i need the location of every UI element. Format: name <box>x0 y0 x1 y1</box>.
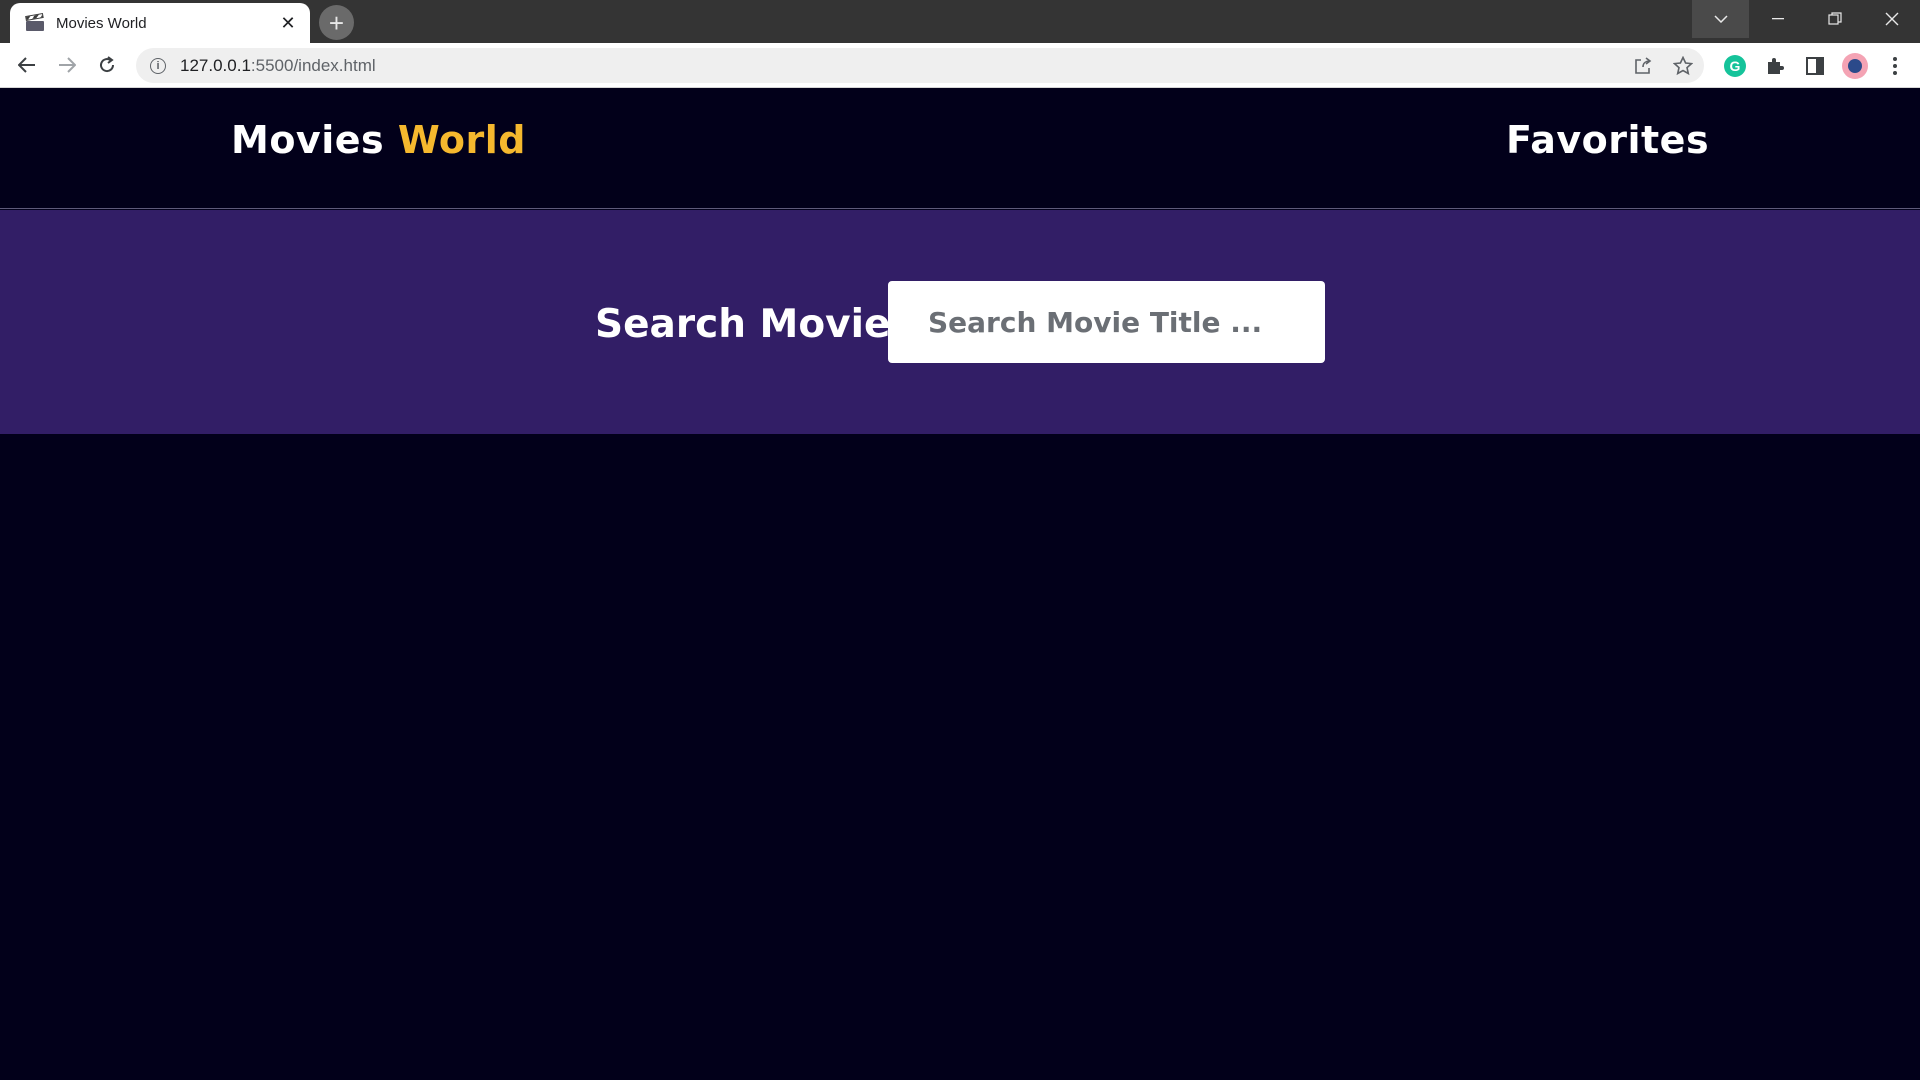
new-tab-button[interactable]: + <box>319 5 354 40</box>
extensions-area: G <box>1720 43 1910 88</box>
window-controls <box>1692 0 1920 38</box>
side-panel-icon[interactable] <box>1800 51 1830 81</box>
browser-toolbar: i 127.0.0.1:5500/index.html G <box>0 43 1920 88</box>
reload-icon[interactable] <box>87 45 127 85</box>
search-movie-input[interactable] <box>888 281 1325 363</box>
address-bar-actions <box>1630 48 1696 83</box>
url-text: 127.0.0.1:5500/index.html <box>180 55 376 75</box>
clapperboard-icon <box>25 12 44 31</box>
favorites-link[interactable]: Favorites <box>1506 118 1709 162</box>
site-logo[interactable]: Movies World <box>231 118 526 162</box>
address-bar[interactable]: i 127.0.0.1:5500/index.html <box>136 48 1704 83</box>
tab-title: Movies World <box>56 14 147 32</box>
profile-avatar[interactable] <box>1840 51 1870 81</box>
extensions-puzzle-icon[interactable] <box>1760 51 1790 81</box>
page-content: Movies World Favorites Search Movie: <box>0 89 1920 1080</box>
browser-menu-icon[interactable] <box>1880 51 1910 81</box>
forward-arrow-icon[interactable] <box>47 45 87 85</box>
back-arrow-icon[interactable] <box>7 45 47 85</box>
minimize-icon[interactable] <box>1749 0 1806 38</box>
restore-icon[interactable] <box>1806 0 1863 38</box>
search-label: Search Movie: <box>595 302 906 347</box>
grammarly-icon[interactable]: G <box>1720 51 1750 81</box>
browser-tab-strip: Movies World ✕ + <box>0 0 1920 43</box>
browser-tab-active[interactable]: Movies World ✕ <box>10 3 310 43</box>
logo-accent: World <box>397 118 526 162</box>
site-info-icon[interactable]: i <box>150 57 166 74</box>
share-icon[interactable] <box>1630 53 1656 79</box>
close-tab-icon[interactable]: ✕ <box>278 13 298 33</box>
close-window-icon[interactable] <box>1863 0 1920 38</box>
search-section: Search Movie: <box>0 210 1920 434</box>
bookmark-star-icon[interactable] <box>1670 53 1696 79</box>
site-header: Movies World Favorites <box>0 89 1920 209</box>
tab-search-chevron-icon[interactable] <box>1692 0 1749 38</box>
